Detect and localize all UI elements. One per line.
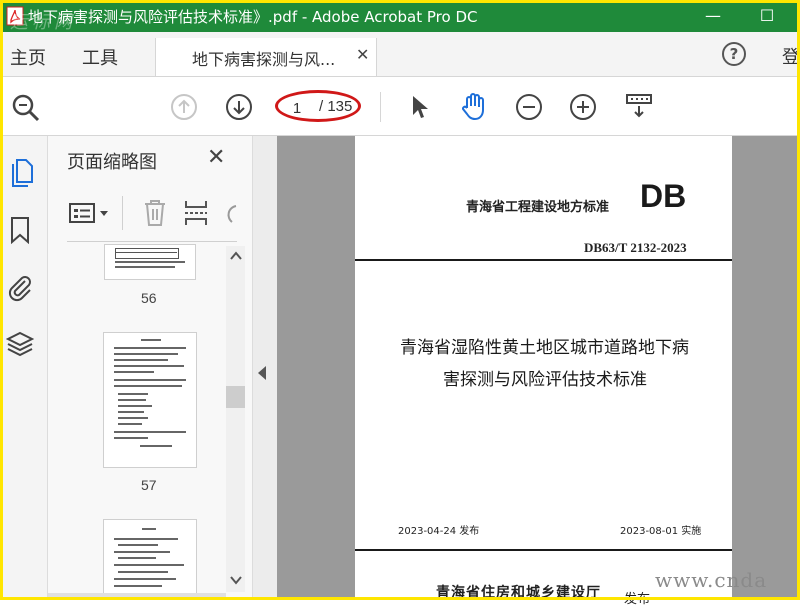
select-cursor-icon[interactable] [408, 93, 432, 121]
collapse-panel-icon[interactable] [258, 366, 266, 380]
standard-code: DB63/T 2132-2023 [584, 240, 687, 255]
menu-tools[interactable]: 工具 [82, 44, 118, 70]
publish-date: 2023-04-24 发布 [398, 526, 480, 537]
layers-icon[interactable] [6, 330, 34, 360]
delete-page-icon[interactable] [142, 198, 168, 228]
minimize-button[interactable]: — [698, 4, 728, 28]
previous-page-icon[interactable] [170, 93, 198, 121]
thumbnail-page-number: 57 [141, 477, 157, 493]
window-title: 地下病害探测与风险评估技术标准》.pdf - Adobe Acrobat Pro… [28, 8, 478, 26]
next-page-icon[interactable] [225, 93, 253, 121]
close-tab-icon[interactable]: ✕ [356, 45, 369, 64]
thumbnail-options-icon[interactable] [68, 200, 112, 226]
scrollbar-thumb[interactable] [226, 386, 245, 408]
scroll-up-icon[interactable] [229, 250, 243, 262]
scroll-down-icon[interactable] [229, 574, 243, 586]
horizontal-scrollbar[interactable] [48, 593, 226, 600]
zoom-out-icon[interactable] [515, 93, 543, 121]
panel-title: 页面缩略图 [67, 152, 157, 173]
thumbnail-page[interactable] [103, 332, 197, 468]
zoom-in-icon[interactable] [569, 93, 597, 121]
panel-tool-divider [122, 196, 123, 230]
watermark-text: www.cnda [655, 568, 768, 592]
thumbnail-page-number: 56 [141, 290, 157, 306]
document-title-line1: 青海省湿陷性黄土地区城市道路地下病 [400, 338, 689, 358]
title-bar: 运标网 地下病害探测与风险评估技术标准》.pdf - Adobe Acrobat… [0, 0, 800, 33]
left-navigation-rail [0, 136, 48, 600]
standard-category: 青海省工程建设地方标准 [466, 200, 610, 215]
page-thumbnails-icon[interactable] [8, 156, 36, 188]
issuer: 青海省住房和城乡建设厅 [436, 585, 601, 601]
maximize-button[interactable]: ☐ [752, 4, 782, 28]
db-mark: DB [640, 178, 687, 214]
scroll-mode-icon[interactable] [624, 92, 654, 122]
toolbar-divider [380, 92, 381, 122]
insert-page-icon[interactable] [183, 198, 209, 228]
menu-home[interactable]: 主页 [10, 44, 46, 70]
help-icon[interactable]: ? [722, 42, 746, 66]
panel-tools-divider [67, 241, 237, 242]
panel-close-icon[interactable]: ✕ [207, 145, 225, 170]
sign-in-link[interactable]: 登 [782, 43, 800, 69]
thumbnail-scrollbar[interactable] [226, 246, 245, 592]
attachment-icon[interactable] [6, 272, 34, 302]
rule-line [355, 259, 732, 261]
menu-bar [0, 32, 800, 77]
annotation-oval [275, 90, 361, 122]
rotate-page-icon[interactable] [222, 200, 238, 226]
bookmark-icon[interactable] [9, 216, 31, 244]
document-tab[interactable]: 地下病害探测与风... ✕ [155, 38, 377, 76]
document-tab-label: 地下病害探测与风... [192, 50, 336, 69]
document-title-line2: 害探测与风险评估技术标准 [443, 370, 647, 390]
hand-tool-icon[interactable] [458, 90, 490, 122]
thumbnail-page[interactable] [103, 519, 197, 600]
thumbnail-page[interactable] [104, 244, 196, 280]
toolbar [0, 77, 800, 136]
effective-date: 2023-08-01 实施 [620, 526, 702, 537]
rule-line [355, 549, 732, 551]
issuer-suffix: 发布 [624, 592, 651, 607]
zoom-search-icon[interactable] [10, 92, 42, 124]
